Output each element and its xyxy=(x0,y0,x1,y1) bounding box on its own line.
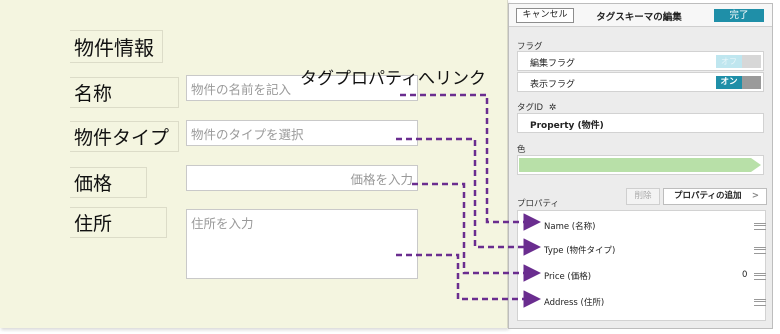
link-arrows xyxy=(396,93,541,308)
arrow-price xyxy=(412,182,541,282)
arrow-address xyxy=(396,253,541,308)
arrow-name xyxy=(400,93,541,231)
arrow-type xyxy=(396,137,541,256)
